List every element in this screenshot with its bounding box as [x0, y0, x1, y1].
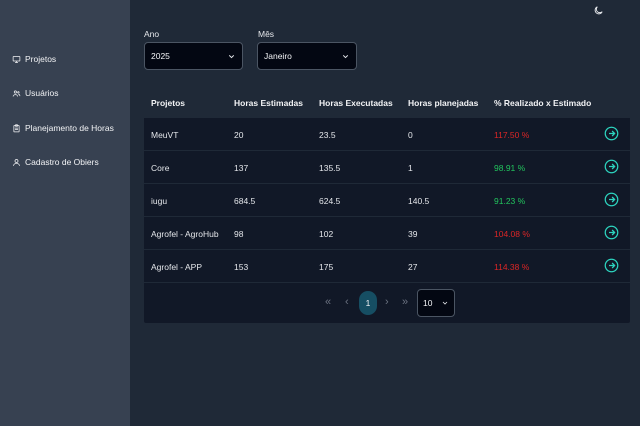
cell-horas-planejadas: 39 — [408, 229, 418, 239]
page-size-select[interactable]: 10 — [417, 289, 455, 317]
month-label: Mês — [258, 29, 275, 39]
cell-horas-executadas: 135.5 — [319, 163, 341, 173]
sidebar: Projetos Usuários Planejamento de Horas … — [0, 0, 130, 426]
table-row: MeuVT 20 23.5 0 117.50 % — [144, 118, 630, 151]
chevron-down-icon — [342, 54, 349, 58]
arrow-right-circle-icon[interactable] — [604, 159, 619, 174]
table-row: Core 137 135.5 1 98.91 % — [144, 151, 630, 184]
cell-horas-estimadas: 684.5 — [234, 196, 256, 206]
cell-horas-estimadas: 137 — [234, 163, 249, 173]
cell-horas-planejadas: 1 — [408, 163, 413, 173]
cell-projeto: Agrofel - AgroHub — [151, 229, 219, 239]
sidebar-item-cadastro[interactable]: Cadastro de Obiers — [12, 157, 99, 167]
table-row: Agrofel - AgroHub 98 102 39 104.08 % — [144, 217, 630, 250]
year-select[interactable]: 2025 — [144, 42, 243, 70]
column-header-percentual: % Realizado x Estimado — [494, 98, 592, 108]
cell-horas-planejadas: 0 — [408, 130, 413, 140]
page-size-value: 10 — [423, 298, 433, 308]
cell-percentual: 98.91 % — [494, 163, 526, 173]
clipboard-icon — [13, 123, 20, 132]
moon-icon[interactable] — [593, 5, 604, 16]
column-header-horas-estimadas: Horas Estimadas — [234, 98, 303, 108]
cell-horas-estimadas: 153 — [234, 262, 249, 272]
cell-horas-executadas: 175 — [319, 262, 334, 272]
sidebar-item-label: Cadastro de Obiers — [25, 157, 99, 167]
chevron-down-icon — [442, 301, 448, 305]
monitor-icon — [12, 55, 21, 63]
year-label: Ano — [144, 29, 160, 39]
cell-horas-planejadas: 140.5 — [408, 196, 430, 206]
cell-percentual: 114.38 % — [494, 262, 530, 272]
table-row: iugu 684.5 624.5 140.5 91.23 % — [144, 184, 630, 217]
column-header-projetos: Projetos — [151, 98, 186, 108]
users-icon — [12, 90, 21, 97]
month-value: Janeiro — [264, 51, 292, 61]
arrow-right-circle-icon[interactable] — [604, 126, 619, 141]
month-select[interactable]: Janeiro — [257, 42, 357, 70]
table-row: Agrofel - APP 153 175 27 114.38 % — [144, 250, 630, 283]
chevron-down-icon — [228, 54, 235, 58]
cell-percentual: 117.50 % — [494, 130, 530, 140]
next-page-button[interactable]: › — [385, 296, 389, 308]
sidebar-item-usuarios[interactable]: Usuários — [12, 88, 59, 98]
arrow-right-circle-icon[interactable] — [604, 258, 619, 273]
table-header: Projetos Horas Estimadas Horas Executada… — [144, 88, 630, 118]
cell-percentual: 91.23 % — [494, 196, 526, 206]
column-header-horas-executadas: Horas Executadas — [319, 98, 393, 108]
projects-table: Projetos Horas Estimadas Horas Executada… — [144, 88, 630, 323]
user-icon — [13, 158, 20, 166]
cell-horas-executadas: 102 — [319, 229, 334, 239]
arrow-right-circle-icon[interactable] — [604, 192, 619, 207]
cell-horas-planejadas: 27 — [408, 262, 418, 272]
year-value: 2025 — [151, 51, 170, 61]
current-page-button[interactable]: 1 — [359, 291, 377, 315]
last-page-button[interactable]: » — [402, 296, 408, 308]
sidebar-item-planejamento[interactable]: Planejamento de Horas — [12, 123, 114, 133]
cell-horas-estimadas: 98 — [234, 229, 244, 239]
arrow-right-circle-icon[interactable] — [604, 225, 619, 240]
sidebar-item-label: Projetos — [25, 54, 57, 64]
first-page-button[interactable]: « — [325, 296, 331, 308]
prev-page-button[interactable]: ‹ — [345, 296, 349, 308]
cell-projeto: Core — [151, 163, 170, 173]
cell-projeto: iugu — [151, 196, 168, 206]
column-header-horas-planejadas: Horas planejadas — [408, 98, 479, 108]
sidebar-item-label: Planejamento de Horas — [25, 123, 114, 133]
sidebar-item-projetos[interactable]: Projetos — [12, 54, 56, 64]
cell-projeto: Agrofel - APP — [151, 262, 203, 272]
cell-projeto: MeuVT — [151, 130, 179, 140]
cell-horas-executadas: 624.5 — [319, 196, 341, 206]
cell-horas-executadas: 23.5 — [319, 130, 336, 140]
cell-percentual: 104.08 % — [494, 229, 530, 239]
cell-horas-estimadas: 20 — [234, 130, 244, 140]
sidebar-item-label: Usuários — [25, 88, 59, 98]
